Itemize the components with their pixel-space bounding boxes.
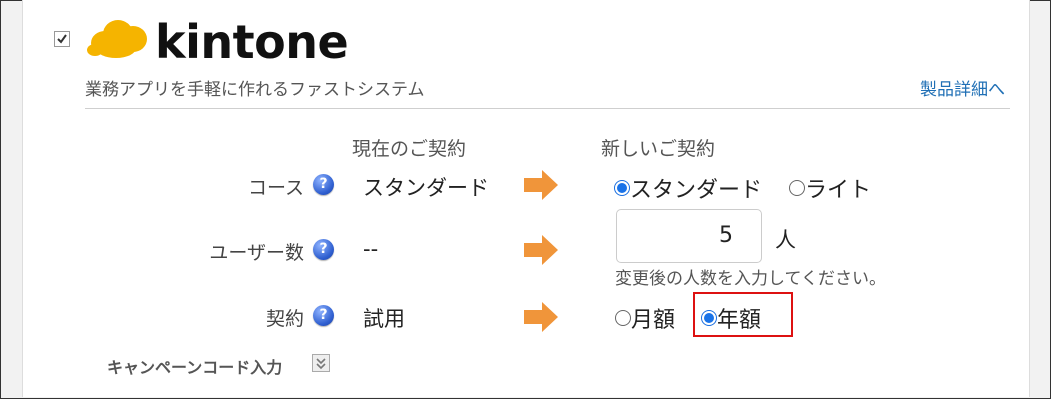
contract-current-value: 試用 bbox=[363, 307, 405, 331]
user-count-hint: 変更後の人数を入力してください。 bbox=[615, 269, 886, 289]
product-tagline: 業務アプリを手軽に作れるファストシステム bbox=[85, 80, 425, 100]
course-standard-label: スタンダード bbox=[630, 178, 763, 203]
course-label: コース bbox=[247, 177, 304, 199]
users-arrow-icon bbox=[522, 233, 560, 267]
current-contract-header: 現在のご契約 bbox=[352, 138, 467, 160]
users-help-icon[interactable]: ? bbox=[313, 239, 334, 260]
course-arrow-icon bbox=[522, 168, 560, 202]
contract-help-icon[interactable]: ? bbox=[313, 305, 334, 326]
product-select-checkbox[interactable] bbox=[54, 31, 70, 47]
product-detail-link[interactable]: 製品詳細へ bbox=[920, 75, 1005, 100]
new-contract-header: 新しいご契約 bbox=[601, 138, 716, 160]
course-help-icon[interactable]: ? bbox=[313, 174, 334, 195]
chevron-double-down-icon[interactable] bbox=[312, 354, 330, 372]
course-option-standard[interactable]: スタンダード bbox=[614, 172, 762, 204]
contract-label: 契約 bbox=[265, 308, 304, 330]
user-count-unit: 人 bbox=[775, 228, 796, 252]
users-label: ユーザー数 bbox=[209, 242, 304, 264]
course-current-value: スタンダード bbox=[363, 176, 489, 200]
contract-monthly-radio[interactable] bbox=[615, 310, 631, 326]
course-light-label: ライト bbox=[805, 178, 872, 203]
course-standard-radio[interactable] bbox=[614, 180, 630, 196]
users-current-value: -- bbox=[363, 237, 379, 261]
course-option-light[interactable]: ライト bbox=[789, 172, 871, 204]
course-light-radio[interactable] bbox=[789, 180, 805, 196]
product-name: kintone bbox=[155, 15, 349, 69]
campaign-code-toggle-label[interactable]: キャンペーンコード入力 bbox=[107, 354, 282, 378]
contract-option-monthly[interactable]: 月額 bbox=[615, 302, 675, 334]
contract-monthly-label: 月額 bbox=[631, 308, 676, 333]
yearly-highlight-box bbox=[693, 292, 793, 337]
divider bbox=[85, 108, 1010, 109]
user-count-input[interactable]: 5 bbox=[616, 209, 762, 263]
kintone-cloud-logo-icon bbox=[85, 17, 151, 67]
contract-arrow-icon bbox=[522, 300, 560, 334]
